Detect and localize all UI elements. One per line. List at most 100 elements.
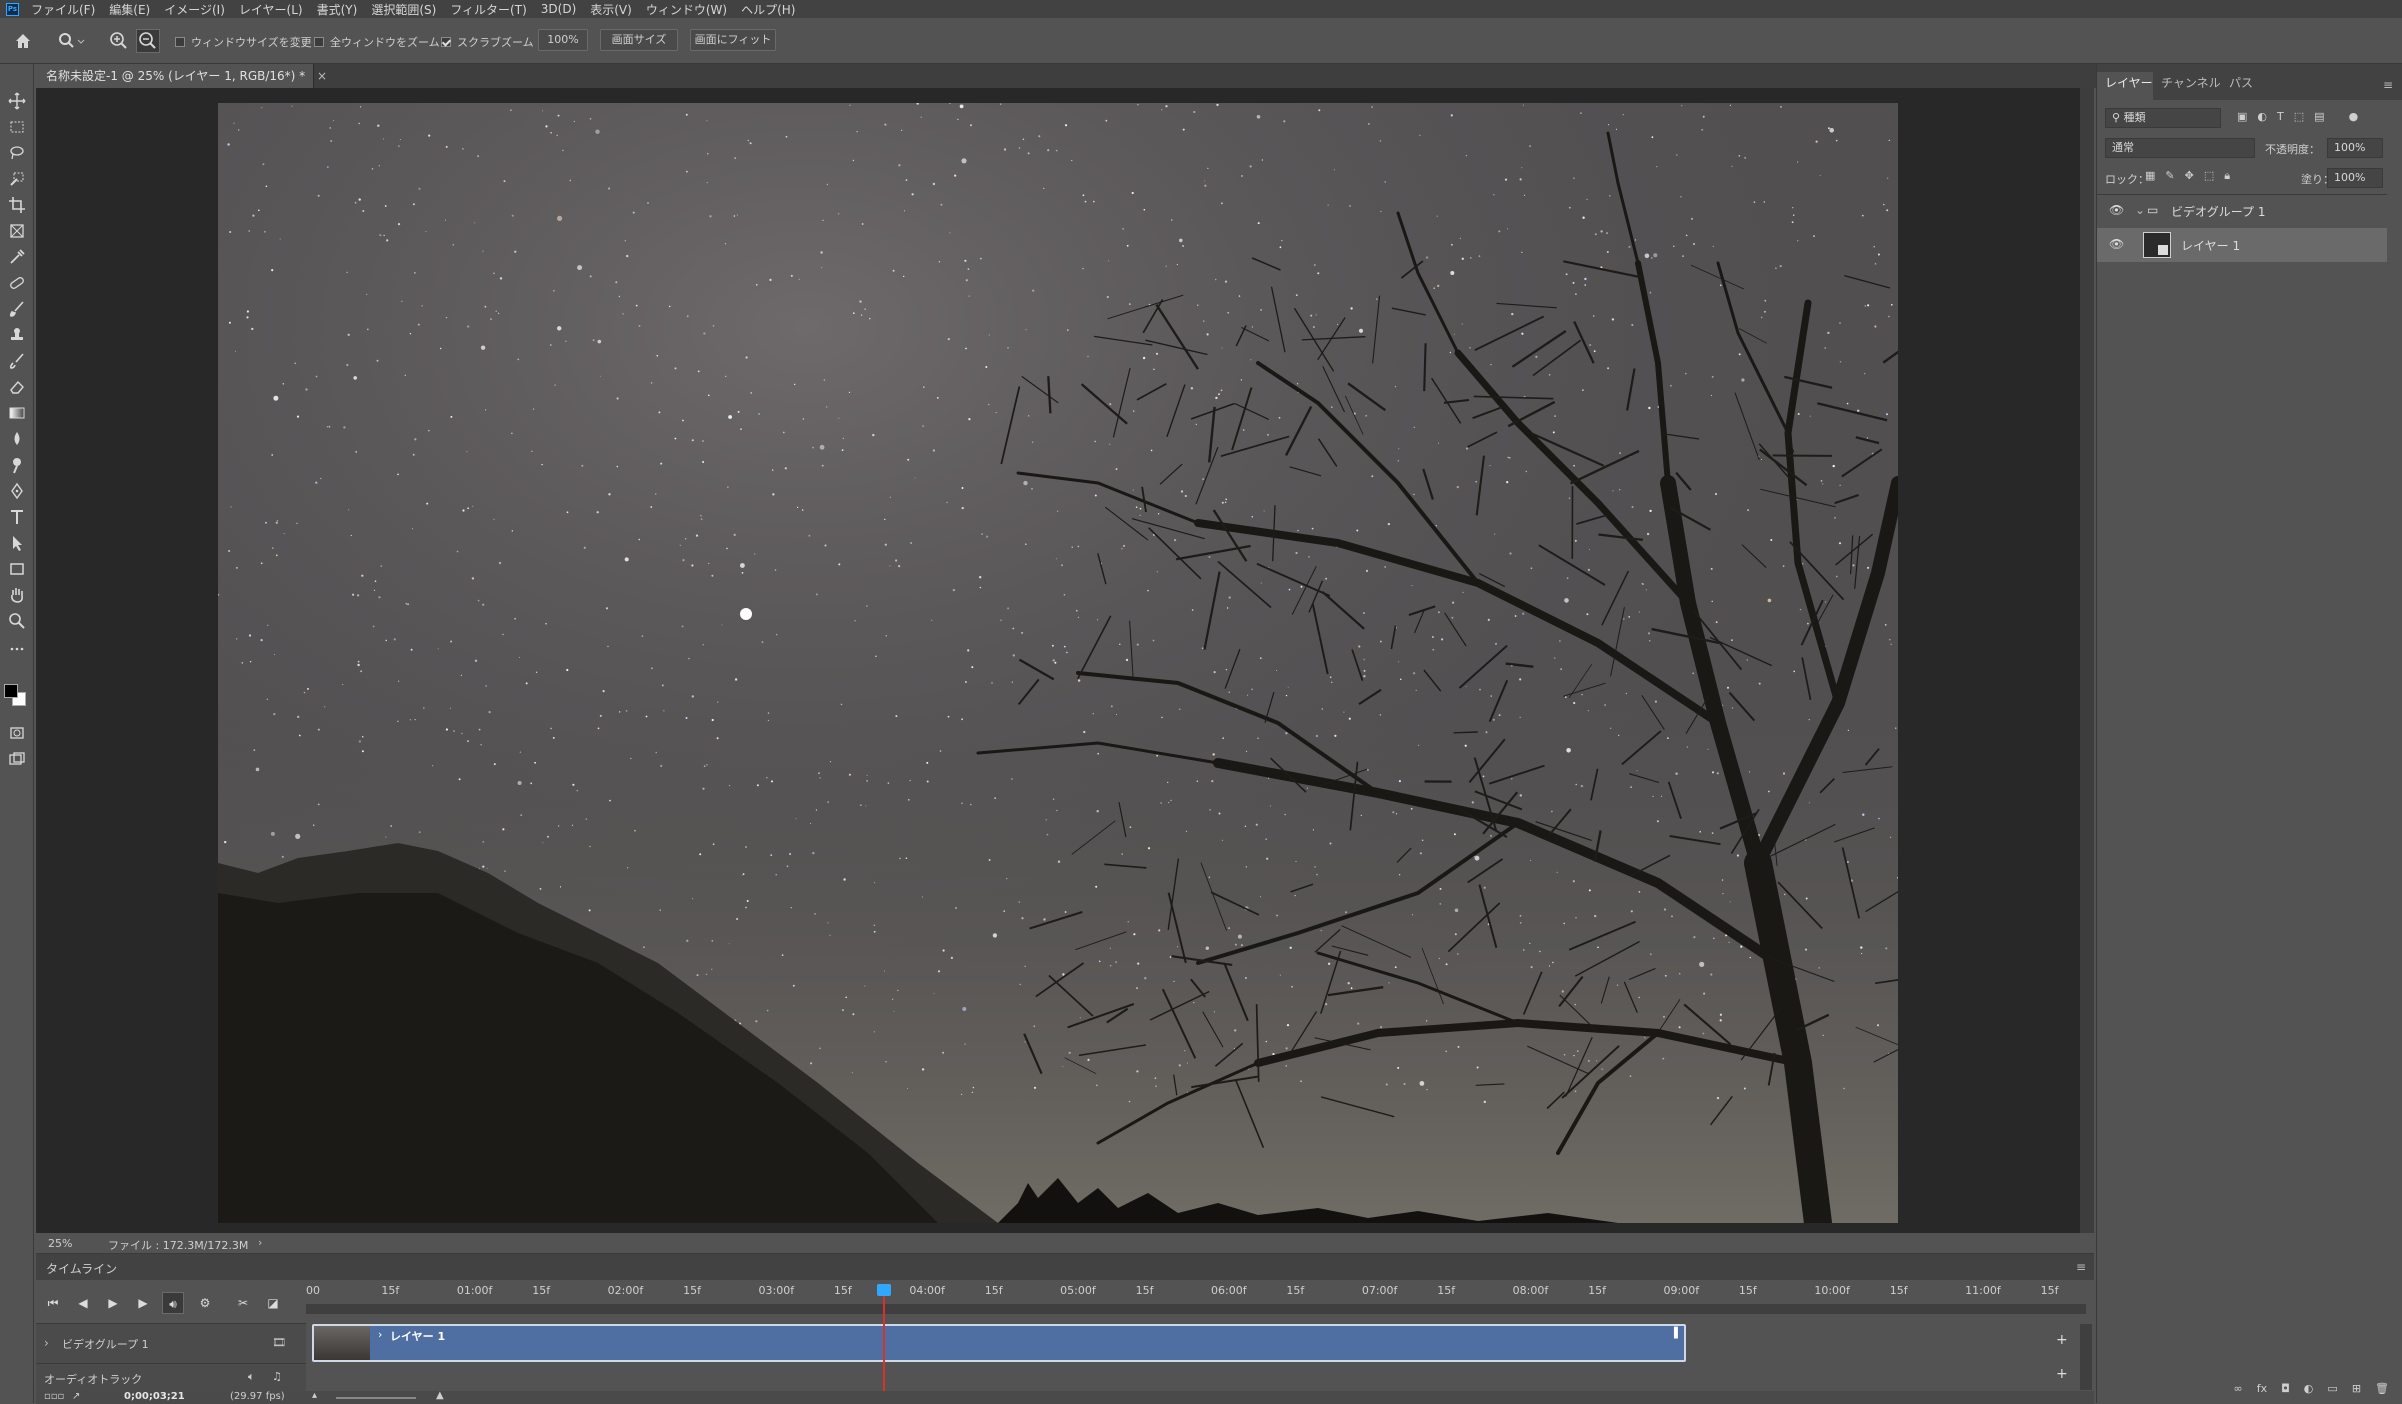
smart-object-filter-icon[interactable]: ▤ bbox=[2314, 110, 2324, 126]
menu-window[interactable]: ウィンドウ(W) bbox=[646, 1, 727, 18]
zoom-out-timeline-icon[interactable]: ▴ bbox=[312, 1390, 317, 1401]
video-group-track-header[interactable]: › ビデオグループ 1 🎞︎ bbox=[36, 1323, 306, 1363]
move-tool-icon[interactable] bbox=[8, 92, 26, 110]
play-icon[interactable]: ▶︎ bbox=[102, 1292, 124, 1314]
new-layer-icon[interactable]: ⊞ bbox=[2352, 1382, 2361, 1403]
status-chevron-icon[interactable]: › bbox=[258, 1236, 262, 1249]
menu-select[interactable]: 選択範囲(S) bbox=[371, 1, 436, 18]
marquee-tool-icon[interactable] bbox=[8, 118, 26, 136]
zoom-100-button[interactable]: 100% bbox=[538, 29, 588, 51]
menu-layer[interactable]: レイヤー(L) bbox=[239, 1, 303, 18]
healing-brush-tool-icon[interactable] bbox=[8, 274, 26, 292]
add-audio-icon[interactable]: + bbox=[2056, 1366, 2068, 1382]
home-icon[interactable] bbox=[12, 30, 34, 52]
scrubby-zoom-box[interactable] bbox=[441, 37, 451, 47]
shape-filter-icon[interactable]: ⬚ bbox=[2294, 110, 2304, 126]
resize-windows-box[interactable] bbox=[175, 37, 185, 47]
frame-tool-icon[interactable] bbox=[8, 222, 26, 240]
delete-layer-icon[interactable]: 🗑︎ bbox=[2375, 1382, 2389, 1403]
new-adjustment-icon[interactable]: ◐ bbox=[2304, 1382, 2314, 1403]
chevron-down-icon[interactable]: ⌄ bbox=[2135, 203, 2145, 217]
eyedropper-tool-icon[interactable] bbox=[8, 248, 26, 266]
clip-end-handle-icon[interactable]: ▐ bbox=[1670, 1328, 1678, 1339]
menu-image[interactable]: イメージ(I) bbox=[164, 1, 225, 18]
lock-artboard-icon[interactable]: ⬚ bbox=[2204, 169, 2214, 183]
link-layers-icon[interactable]: ∞ bbox=[2234, 1382, 2243, 1403]
work-area-bar[interactable] bbox=[306, 1304, 2086, 1314]
tab-paths[interactable]: パス bbox=[2229, 74, 2253, 91]
timeline-title[interactable]: タイムライン bbox=[46, 1260, 117, 1277]
lock-position-icon[interactable]: ✥ bbox=[2185, 169, 2194, 183]
next-frame-icon[interactable]: ▶︎ bbox=[132, 1292, 154, 1314]
tab-layers[interactable]: レイヤー bbox=[2105, 74, 2153, 91]
transition-icon[interactable]: ◪ bbox=[262, 1292, 284, 1314]
film-icon[interactable]: 🎞︎ bbox=[272, 1336, 286, 1349]
visibility-eye-icon[interactable]: 👁︎ bbox=[2109, 237, 2124, 251]
adjustment-filter-icon[interactable]: ◐ bbox=[2257, 110, 2267, 126]
history-brush-tool-icon[interactable] bbox=[8, 352, 26, 370]
add-mask-icon[interactable]: ◘ bbox=[2281, 1382, 2290, 1403]
brush-tool-icon[interactable] bbox=[8, 300, 26, 318]
canvas-vertical-scrollbar[interactable] bbox=[2080, 88, 2094, 1233]
dodge-tool-icon[interactable] bbox=[8, 456, 26, 474]
quick-mask-icon[interactable] bbox=[8, 724, 26, 742]
new-group-icon[interactable]: ▭ bbox=[2327, 1382, 2337, 1403]
hand-tool-icon[interactable] bbox=[8, 586, 26, 604]
foreground-color-swatch[interactable] bbox=[4, 684, 18, 698]
eraser-tool-icon[interactable] bbox=[8, 378, 26, 396]
gradient-tool-icon[interactable] bbox=[8, 404, 26, 422]
convert-frame-animation-icon[interactable]: ▫▫▫ bbox=[44, 1391, 64, 1402]
blend-mode-select[interactable]: 通常 bbox=[2105, 138, 2255, 158]
lock-transparency-icon[interactable]: ▦ bbox=[2145, 169, 2155, 183]
playhead[interactable] bbox=[883, 1284, 885, 1402]
filter-toggle-icon[interactable]: ● bbox=[2349, 110, 2359, 126]
close-tab-icon[interactable]: × bbox=[317, 69, 327, 83]
panel-menu-icon[interactable]: ≡ bbox=[2383, 78, 2393, 92]
opacity-input[interactable]: 100% bbox=[2327, 138, 2383, 158]
pixel-filter-icon[interactable]: ▣ bbox=[2237, 110, 2247, 126]
menu-3d[interactable]: 3D(D) bbox=[541, 2, 576, 16]
type-tool-icon[interactable] bbox=[8, 508, 26, 526]
audio-toggle-icon[interactable]: 🔊︎ bbox=[162, 1292, 184, 1314]
layer-style-icon[interactable]: fx bbox=[2257, 1382, 2267, 1403]
layer-row-video[interactable]: 👁︎ レイヤー 1 bbox=[2097, 228, 2387, 262]
photoshop-logo-icon[interactable]: Ps bbox=[6, 3, 19, 16]
playhead-handle-icon[interactable] bbox=[877, 1284, 891, 1296]
zoom-all-box[interactable] bbox=[314, 37, 324, 47]
lock-pixels-icon[interactable]: ✎ bbox=[2165, 169, 2174, 183]
current-timecode[interactable]: 0;00;03;21 bbox=[124, 1391, 185, 1402]
timeline-menu-icon[interactable]: ≡ bbox=[2076, 1260, 2086, 1274]
zoom-all-windows-checkbox[interactable]: 全ウィンドウをズーム bbox=[314, 34, 440, 50]
previous-frame-icon[interactable]: ◀︎ bbox=[72, 1292, 94, 1314]
fit-screen-button[interactable]: 画面にフィット bbox=[690, 29, 776, 51]
tab-channels[interactable]: チャンネル bbox=[2161, 74, 2221, 91]
menu-help[interactable]: ヘルプ(H) bbox=[741, 1, 795, 18]
zoom-in-timeline-icon[interactable]: ▲ bbox=[436, 1390, 444, 1401]
menu-file[interactable]: ファイル(F) bbox=[31, 1, 95, 18]
resize-windows-checkbox[interactable]: ウィンドウサイズを変更 bbox=[175, 34, 312, 50]
menu-type[interactable]: 書式(Y) bbox=[317, 1, 358, 18]
timeline-zoom-slider[interactable] bbox=[336, 1397, 416, 1399]
document-image-starry-sky[interactable] bbox=[218, 103, 1898, 1223]
mute-audio-icon[interactable]: 🔈︎ bbox=[248, 1370, 255, 1384]
zoom-level[interactable]: 25% bbox=[48, 1237, 72, 1250]
more-tools-icon[interactable] bbox=[8, 640, 26, 658]
menu-edit[interactable]: 編集(E) bbox=[109, 1, 150, 18]
type-filter-icon[interactable]: T bbox=[2277, 110, 2284, 126]
render-video-icon[interactable]: ↗ bbox=[72, 1391, 80, 1402]
fill-input[interactable]: 100% bbox=[2327, 168, 2383, 188]
timeline-vertical-scrollbar[interactable] bbox=[2080, 1324, 2092, 1390]
visibility-eye-icon[interactable]: 👁︎ bbox=[2109, 203, 2124, 217]
lasso-tool-icon[interactable] bbox=[8, 144, 26, 162]
menu-view[interactable]: 表示(V) bbox=[590, 1, 632, 18]
video-clip[interactable]: › レイヤー 1 ▐ bbox=[312, 1324, 1686, 1362]
timeline-ruler[interactable]: 0015f01:00f15f02:00f15f03:00f15f04:00f15… bbox=[306, 1280, 2086, 1320]
rectangle-tool-icon[interactable] bbox=[8, 560, 26, 578]
layer-row-group[interactable]: 👁︎ ⌄ ▭ ビデオグループ 1 bbox=[2097, 194, 2387, 228]
crop-tool-icon[interactable] bbox=[8, 196, 26, 214]
layer-filter-kind[interactable]: ⚲ 種類 bbox=[2105, 108, 2221, 128]
screen-mode-icon[interactable] bbox=[8, 750, 26, 768]
path-selection-tool-icon[interactable] bbox=[8, 534, 26, 552]
clone-stamp-tool-icon[interactable] bbox=[8, 326, 26, 344]
screen-size-button[interactable]: 画面サイズ bbox=[600, 29, 678, 51]
